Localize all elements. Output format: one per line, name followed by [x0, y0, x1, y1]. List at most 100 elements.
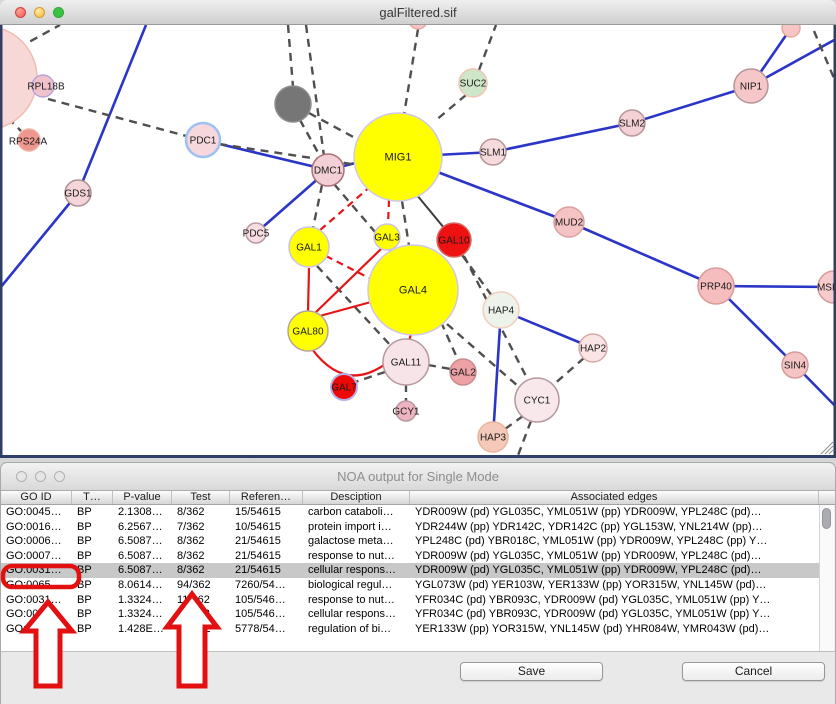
- edge-blue: [493, 123, 632, 152]
- node-label-HAP2: HAP2: [580, 344, 607, 355]
- node-label-GAL2: GAL2: [450, 368, 476, 379]
- edge-blue: [0, 193, 78, 288]
- column-header-5[interactable]: Referen…: [230, 491, 303, 504]
- cell: biological regul…: [303, 578, 410, 593]
- table-row-9[interactable]: GO:0050…BP1.428E…80/3625778/54…regulatio…: [1, 622, 819, 637]
- cell: GO:0045…: [1, 505, 72, 520]
- edge-blue: [632, 86, 751, 123]
- node-label-GAL10: GAL10: [438, 236, 470, 247]
- node-top-pink-node[interactable]: [409, 25, 427, 29]
- node-label-RPL18B: RPL18B: [27, 82, 65, 93]
- network-window-title: galFiltered.sif: [0, 0, 836, 25]
- edge-dash: [479, 25, 496, 70]
- column-header-2[interactable]: T…: [72, 491, 113, 504]
- node-label-MIG1: MIG1: [385, 152, 412, 164]
- cell: 5778/54…: [230, 622, 303, 637]
- close-button-icon[interactable]: [16, 471, 27, 482]
- node-label-GAL3: GAL3: [374, 233, 400, 244]
- node-label-GAL4: GAL4: [399, 285, 427, 297]
- node-label-GAL1: GAL1: [296, 243, 322, 254]
- cell: YER133W (pp) YOR315W, YNL145W (pd) YHR08…: [410, 622, 819, 637]
- cancel-button[interactable]: Cancel: [682, 662, 825, 681]
- column-header-1[interactable]: GO ID: [1, 491, 72, 504]
- close-button-icon[interactable]: [15, 7, 26, 18]
- table-row-1[interactable]: GO:0045…BP2.1308…8/36215/54615carbon cat…: [1, 505, 819, 520]
- edge-dash: [435, 95, 466, 121]
- screen: galFiltered.sif RPL18BRPS24AGDS1PDC1DMC1…: [0, 0, 836, 704]
- cell: regulation of bi…: [303, 622, 410, 637]
- noa-window-title: NOA output for Single Mode: [1, 463, 835, 491]
- table-row-7[interactable]: GO:0031…BP1.3324…11/362105/546…response …: [1, 593, 819, 608]
- minimize-button-icon[interactable]: [35, 471, 46, 482]
- edge-dash: [402, 201, 409, 246]
- cell: YDR009W (pd) YGL035C, YML051W (pp) YDR00…: [410, 505, 819, 520]
- node-gray-node[interactable]: [275, 86, 311, 122]
- node-label-SIN4: SIN4: [784, 361, 807, 372]
- table-header[interactable]: GO IDT…P-valueTestReferen…DesciptionAsso…: [1, 491, 835, 505]
- cell: 6.5087…: [113, 563, 172, 578]
- cell: response to nut…: [303, 549, 410, 564]
- cell: 94/362: [172, 578, 230, 593]
- scrollbar-thumb[interactable]: [822, 508, 831, 529]
- cell: YPL248C (pd) YBR018C, YML051W (pp) YDR00…: [410, 534, 819, 549]
- table-row-2[interactable]: GO:0016…BP6.2567…7/36210/54615protein im…: [1, 520, 819, 535]
- cell: BP: [72, 534, 113, 549]
- edge-redd: [319, 186, 371, 231]
- node-label-PDC5: PDC5: [243, 229, 270, 240]
- edge-dash: [48, 99, 190, 137]
- column-header-3[interactable]: P-value: [113, 491, 172, 504]
- table-row-5[interactable]: GO:0031…BP6.5087…8/36221/54615cellular r…: [1, 563, 819, 578]
- network-graph: RPL18BRPS24AGDS1PDC1DMC1MIG1SUC2NIP1SLM2…: [0, 25, 836, 458]
- edge-redd: [326, 256, 373, 280]
- cell: GO:0031…: [1, 563, 72, 578]
- node-top-right-pink-node[interactable]: [782, 25, 800, 37]
- cell: BP: [72, 593, 113, 608]
- table-row-8[interactable]: GO:0031…BP1.3324…11/362105/546…cellular …: [1, 607, 819, 622]
- node-label-HAP4: HAP4: [488, 306, 515, 317]
- node-label-GAL7: GAL7: [331, 383, 357, 394]
- table-row-4[interactable]: GO:0007…BP6.5087…8/36221/54615response t…: [1, 549, 819, 564]
- save-button[interactable]: Save: [460, 662, 603, 681]
- edge-dash: [428, 365, 451, 369]
- node-label-GDS1: GDS1: [64, 189, 92, 200]
- cell: 21/54615: [230, 563, 303, 578]
- noa-output-window: NOA output for Single Mode GO IDT…P-valu…: [0, 462, 836, 704]
- edge-red: [308, 268, 309, 312]
- network-canvas[interactable]: RPL18BRPS24AGDS1PDC1DMC1MIG1SUC2NIP1SLM2…: [0, 25, 836, 458]
- window-frame: [0, 25, 836, 458]
- node-label-SLM2: SLM2: [619, 119, 646, 130]
- node-label-SUC2: SUC2: [460, 79, 487, 90]
- cell: carbon cataboli…: [303, 505, 410, 520]
- cell: 1.3324…: [113, 593, 172, 608]
- cell: 21/54615: [230, 534, 303, 549]
- minimize-button-icon[interactable]: [34, 7, 45, 18]
- cell: BP: [72, 563, 113, 578]
- cell: 10/54615: [230, 520, 303, 535]
- edge-blue: [78, 25, 146, 193]
- cell: 7260/54…: [230, 578, 303, 593]
- column-header-7[interactable]: Associated edges: [410, 491, 819, 504]
- table-row-6[interactable]: GO:0065…BP8.0614…94/3627260/54…biologica…: [1, 578, 819, 593]
- column-header-4[interactable]: Test: [172, 491, 230, 504]
- vertical-scrollbar[interactable]: [819, 505, 834, 651]
- cell: GO:0031…: [1, 593, 72, 608]
- zoom-button-icon[interactable]: [53, 7, 64, 18]
- column-header-6[interactable]: Desciption: [303, 491, 410, 504]
- node-label-PDC1: PDC1: [190, 136, 217, 147]
- cell: 21/54615: [230, 549, 303, 564]
- cell: 6.5087…: [113, 534, 172, 549]
- cell: YFR034C (pd) YBR093C, YDR009W (pd) YGL03…: [410, 593, 819, 608]
- node-label-GAL80: GAL80: [292, 327, 324, 338]
- edge-dash: [814, 31, 836, 83]
- edge-dash: [300, 120, 321, 158]
- node-label-PRP40: PRP40: [700, 282, 732, 293]
- cell: BP: [72, 607, 113, 622]
- cell: 8/362: [172, 549, 230, 564]
- edge-dash: [552, 358, 584, 386]
- cell: BP: [72, 505, 113, 520]
- cell: YDR009W (pd) YGL035C, YML051W (pp) YDR00…: [410, 563, 819, 578]
- table-body: GO:0045…BP2.1308…8/36215/54615carbon cat…: [1, 505, 819, 651]
- table-row-3[interactable]: GO:0006…BP6.5087…8/36221/54615galactose …: [1, 534, 819, 549]
- noa-window-titlebar: NOA output for Single Mode: [1, 463, 835, 491]
- zoom-button-icon[interactable]: [54, 471, 65, 482]
